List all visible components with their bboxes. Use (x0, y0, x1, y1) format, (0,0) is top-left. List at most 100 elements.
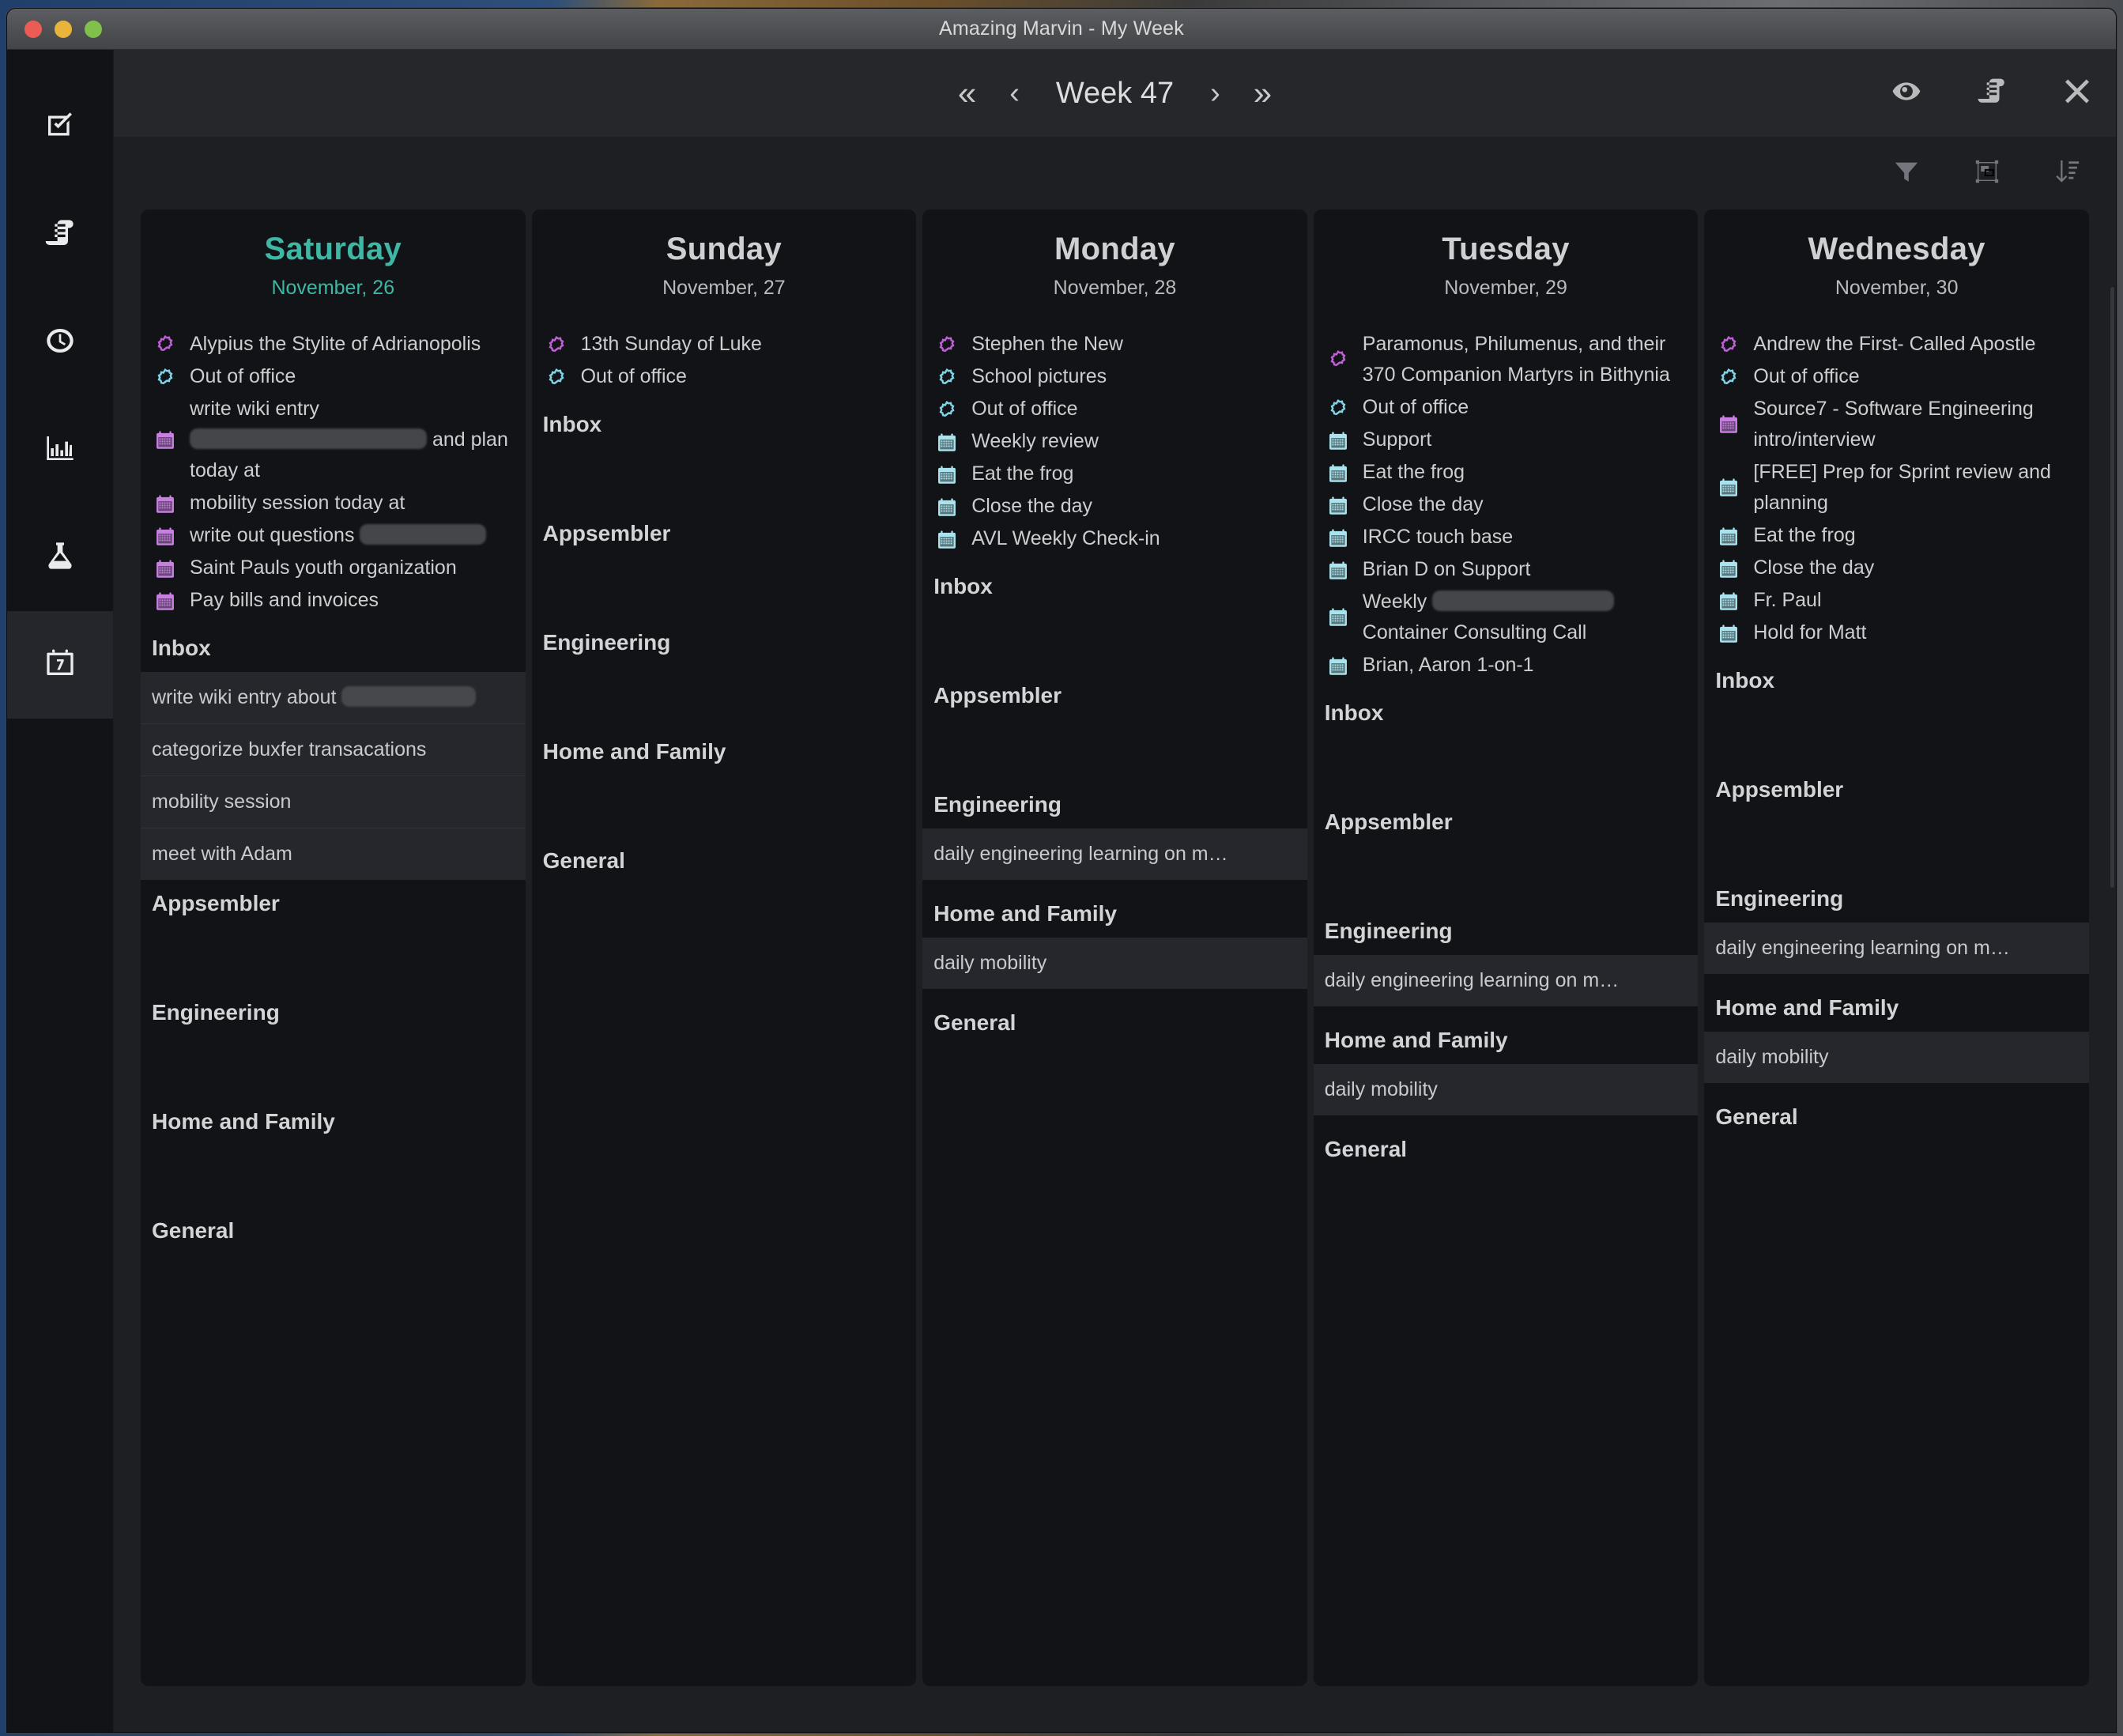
section-header[interactable]: Appsembler (141, 880, 526, 927)
day-column-tuesday[interactable]: Tuesday November, 29 Paramonus, Philumenus… (1313, 209, 1699, 1686)
calendar-event[interactable]: Alypius the Stylite of Adrianopolis (152, 328, 515, 360)
sidebar-item-time[interactable] (7, 289, 113, 396)
calendar-event[interactable]: Close the day (1715, 552, 2078, 584)
scrollbar[interactable] (2110, 287, 2114, 888)
calendar-event[interactable]: write out questions (152, 519, 515, 552)
minimize-window-button[interactable] (55, 20, 72, 38)
section-header[interactable]: General (922, 999, 1307, 1047)
section-header[interactable]: General (532, 837, 917, 885)
section-header[interactable]: Engineering (532, 619, 917, 666)
day-column-monday[interactable]: Monday November, 28 Stephen the New School … (922, 209, 1307, 1686)
last-week-button[interactable]: » (1236, 72, 1289, 115)
calendar-event[interactable]: Brian, Aaron 1-on-1 (1325, 649, 1687, 681)
day-column-sunday[interactable]: Sunday November, 27 13th Sunday of Luke Out… (531, 209, 917, 1686)
section-header[interactable]: Inbox (1704, 657, 2089, 704)
calendar-event[interactable]: [FREE] Prep for Sprint review and planni… (1715, 456, 2078, 519)
section-header[interactable]: Home and Family (1704, 984, 2089, 1032)
task-row[interactable]: daily mobility (922, 938, 1307, 989)
bar-chart-icon (44, 432, 76, 468)
calendar-event[interactable]: Close the day (1325, 489, 1687, 521)
calendar-event[interactable]: Paramonus, Philumenus, and their 370 Com… (1325, 328, 1687, 391)
maximize-window-button[interactable] (85, 20, 102, 38)
calendar-event[interactable]: Brian D on Support (1325, 553, 1687, 586)
section-header[interactable]: Home and Family (922, 890, 1307, 938)
section-header[interactable]: General (141, 1207, 526, 1255)
calendar-event[interactable]: Pay bills and invoices (152, 584, 515, 617)
calendar-event[interactable]: Support (1325, 424, 1687, 456)
task-row[interactable]: daily engineering learning on m… (1313, 955, 1699, 1006)
calendar-event[interactable]: Source7 - Software Engineering intro/int… (1715, 393, 2078, 456)
section-header[interactable]: General (1314, 1126, 1699, 1173)
section-header[interactable]: Engineering (922, 781, 1307, 828)
eye-icon[interactable] (1891, 77, 1921, 111)
section-header[interactable]: Home and Family (141, 1098, 526, 1145)
sidebar-item-tasks[interactable] (7, 74, 113, 181)
calendar-event[interactable]: Hold for Matt (1715, 617, 2078, 649)
calendar-event[interactable]: 13th Sunday of Luke (543, 328, 906, 360)
section-header[interactable]: Inbox (532, 401, 917, 448)
calendar-event[interactable]: Weekly review (933, 425, 1296, 458)
section-header[interactable]: General (1704, 1093, 2089, 1141)
group-icon[interactable] (1974, 158, 2000, 189)
close-window-button[interactable] (25, 20, 42, 38)
task-row[interactable]: daily engineering learning on m… (1704, 923, 2089, 974)
calendar-event[interactable]: AVL Weekly Check-in (933, 523, 1296, 555)
task-row[interactable]: mobility session (141, 776, 526, 828)
section-header[interactable]: Engineering (1704, 875, 2089, 923)
calendar-event[interactable]: Andrew the First- Called Apostle (1715, 328, 2078, 360)
task-row[interactable]: daily mobility (1704, 1032, 2089, 1083)
section-header[interactable]: Engineering (141, 989, 526, 1036)
day-events: Paramonus, Philumenus, and their 370 Com… (1314, 328, 1699, 681)
calendar-event[interactable]: Out of office (543, 360, 906, 393)
scroll-icon[interactable] (1977, 77, 2007, 111)
day-column-wednesday[interactable]: Wednesday November, 30 Andrew the First- C… (1704, 209, 2089, 1686)
first-week-button[interactable]: « (941, 72, 994, 115)
calendar-event[interactable]: Stephen the New (933, 328, 1296, 360)
task-row[interactable]: daily mobility (1313, 1064, 1699, 1115)
calendar-event[interactable]: Weekly Container Consulting Call (1325, 586, 1687, 649)
sort-icon[interactable] (2054, 158, 2081, 189)
section-header[interactable]: Inbox (922, 563, 1307, 610)
section-header[interactable]: Inbox (1314, 689, 1699, 737)
event-title: Out of office (190, 365, 296, 387)
calendar-event[interactable]: Out of office (933, 393, 1296, 425)
task-row[interactable]: meet with Adam (141, 828, 526, 880)
task-row[interactable]: write wiki entry about (141, 672, 526, 724)
calendar-event[interactable]: Out of office (152, 360, 515, 393)
next-week-button[interactable]: › (1194, 74, 1236, 113)
calendar-event[interactable]: Fr. Paul (1715, 584, 2078, 617)
sun-icon (543, 332, 570, 359)
calendar-event[interactable]: Out of office (1325, 391, 1687, 424)
calendar-event[interactable]: Eat the frog (1325, 456, 1687, 489)
week-label[interactable]: Week 47 (1035, 77, 1194, 111)
sidebar-item-calendar[interactable] (7, 611, 113, 719)
calendar-event[interactable]: Out of office (1715, 360, 2078, 393)
task-row[interactable]: daily engineering learning on m… (922, 828, 1307, 880)
section-header[interactable]: Home and Family (1314, 1017, 1699, 1064)
section-header[interactable]: Home and Family (532, 728, 917, 776)
section-header[interactable]: Appsembler (1704, 766, 2089, 813)
calendar-event[interactable]: Saint Pauls youth organization (152, 552, 515, 584)
sidebar-item-lab[interactable] (7, 504, 113, 611)
section-header[interactable]: Appsembler (922, 672, 1307, 719)
filter-icon[interactable] (1893, 158, 1920, 189)
calendar-event[interactable]: Eat the frog (933, 458, 1296, 490)
section-header[interactable]: Appsembler (532, 510, 917, 557)
section-header[interactable]: Appsembler (1314, 798, 1699, 846)
calendar-event[interactable]: mobility session today at (152, 487, 515, 519)
calendar-event[interactable]: write wiki entry and plan today at (152, 393, 515, 487)
calendar-event[interactable]: School pictures (933, 360, 1296, 393)
section-header[interactable]: Inbox (141, 625, 526, 672)
close-icon[interactable] (2062, 77, 2092, 111)
calendar-event[interactable]: Eat the frog (1715, 519, 2078, 552)
calendar-icon (1325, 557, 1352, 584)
day-column-saturday[interactable]: Saturday November, 26 Alypius the Stylite … (141, 209, 526, 1686)
sidebar-item-notes[interactable] (7, 181, 113, 289)
previous-week-button[interactable]: ‹ (994, 74, 1035, 113)
window-controls[interactable] (25, 20, 102, 38)
calendar-event[interactable]: IRCC touch base (1325, 521, 1687, 553)
task-row[interactable]: categorize buxfer transacations (141, 724, 526, 776)
calendar-event[interactable]: Close the day (933, 490, 1296, 523)
section-header[interactable]: Engineering (1314, 908, 1699, 955)
sidebar-item-stats[interactable] (7, 396, 113, 504)
